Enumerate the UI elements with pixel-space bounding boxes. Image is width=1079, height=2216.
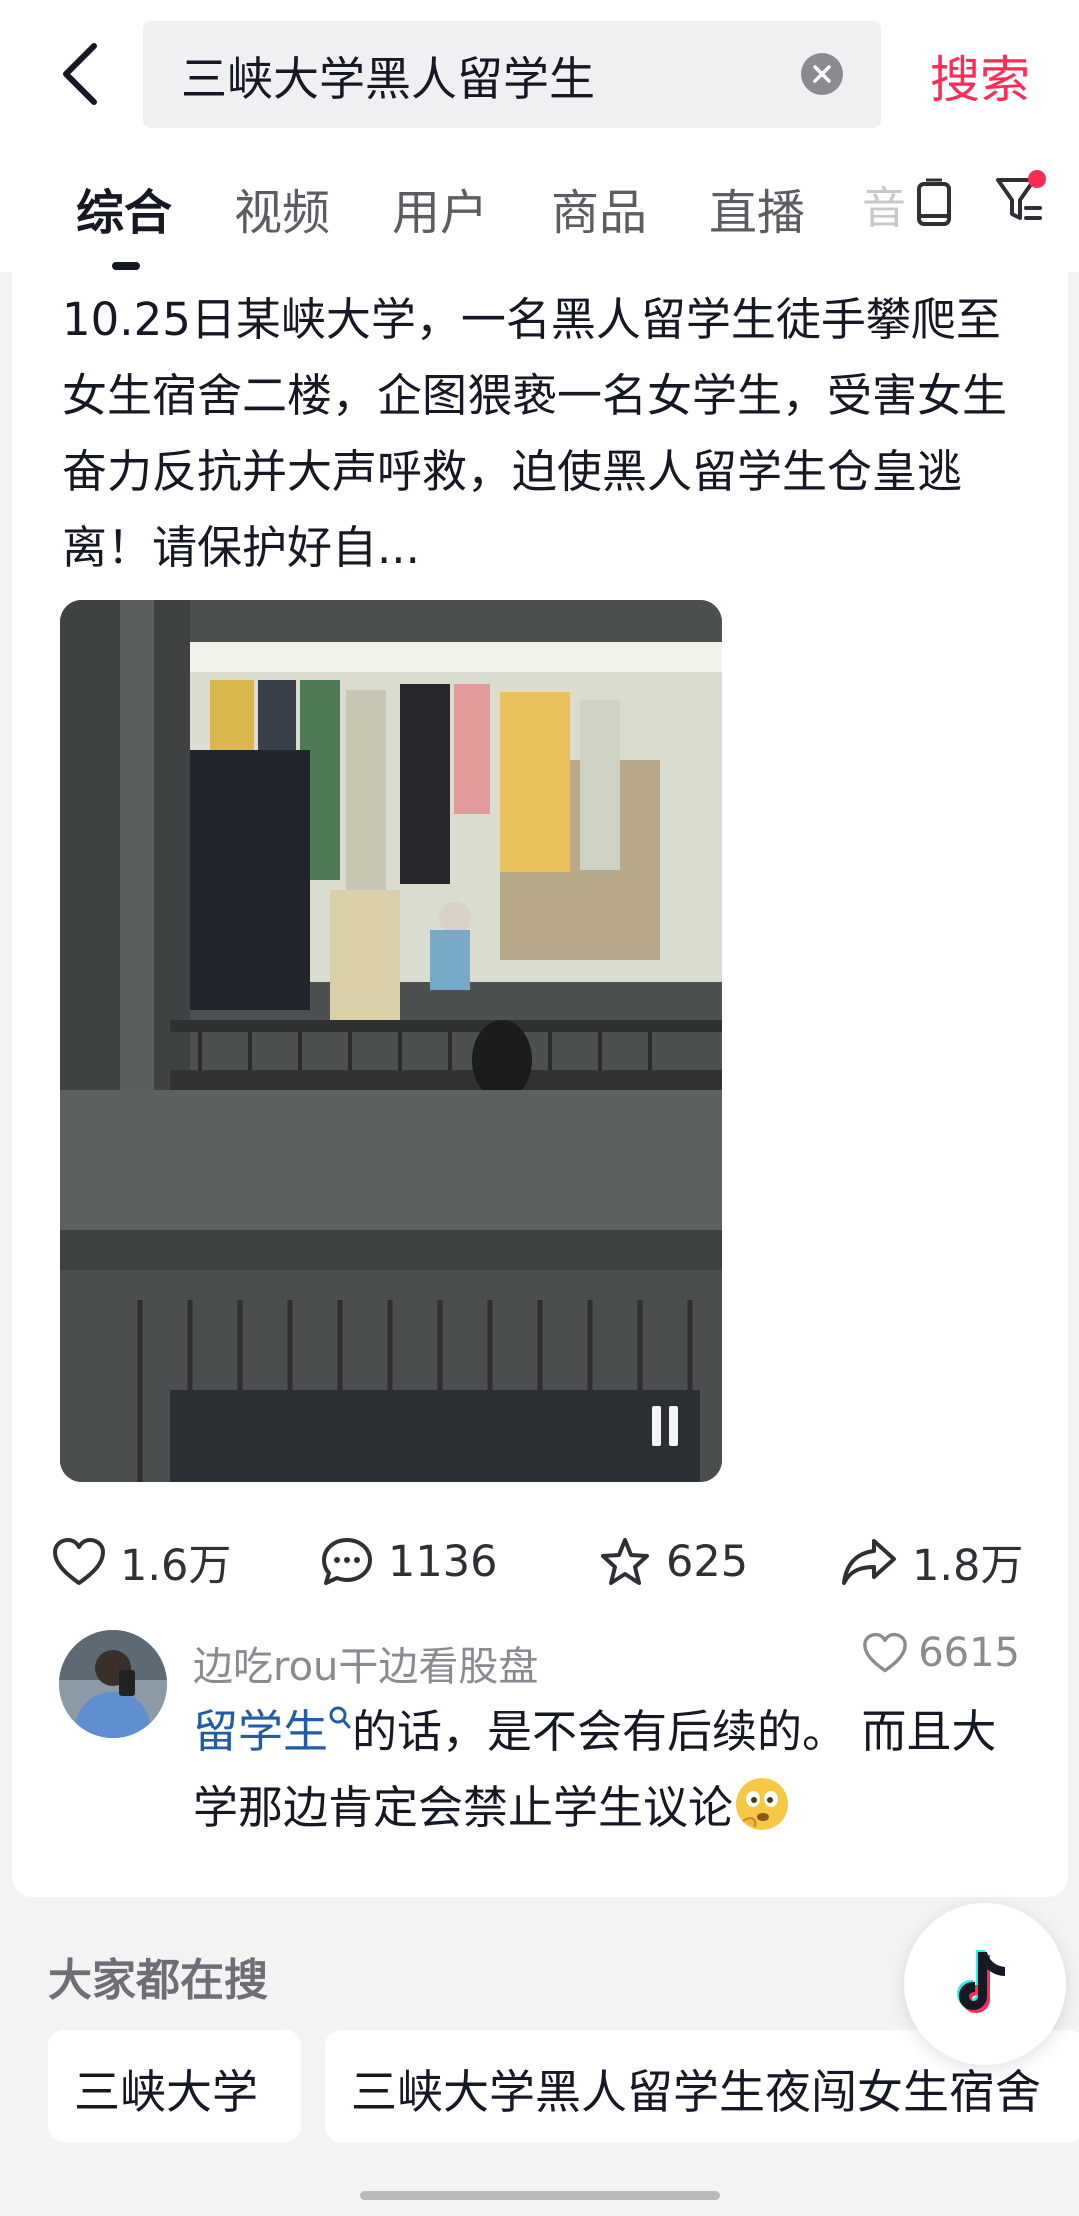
comment-username[interactable]: 边吃rou干边看股盘 — [193, 1634, 538, 1692]
video-result-card[interactable]: 10.25日某峡大学，一名黑人留学生徒手攀爬至女生宿舍二楼，企图猥亵一名女学生，… — [12, 272, 1068, 1897]
thinking-emoji-icon — [736, 1778, 789, 1830]
clear-icon[interactable] — [801, 53, 843, 95]
pause-button[interactable] — [652, 1406, 678, 1446]
comment-button[interactable]: 1136 — [320, 1522, 497, 1602]
top-comment[interactable]: 边吃rou干边看股盘 6615 留学生 的话，是不会有后续的。 而且大学那边肯定会… — [12, 1630, 1068, 1870]
comment-count: 1136 — [388, 1537, 498, 1587]
action-bar: 1.6万 1136 625 1.8万 — [12, 1522, 1068, 1602]
post-caption[interactable]: 10.25日某峡大学，一名黑人留学生徒手攀爬至女生宿舍二楼，企图猥亵一名女学生，… — [62, 282, 1032, 586]
heart-icon — [53, 1538, 105, 1585]
comment-text: 留学生 的话，是不会有后续的。 而且大学那边肯定会禁止学生议论 — [193, 1694, 1033, 1846]
video-thumbnail — [60, 600, 722, 1482]
search-button[interactable]: 搜索 — [930, 40, 1030, 112]
share-icon — [842, 1539, 896, 1585]
favorite-count: 625 — [666, 1537, 749, 1587]
comment-like-count: 6615 — [918, 1630, 1020, 1676]
douyin-button[interactable] — [904, 1903, 1066, 2065]
trending-title: 大家都在搜 — [48, 1955, 268, 2006]
comment-icon — [322, 1538, 372, 1585]
tab-users[interactable]: 用户 — [392, 173, 488, 243]
home-indicator[interactable] — [360, 2191, 720, 2200]
tab-live[interactable]: 直播 — [709, 173, 805, 243]
video-player[interactable] — [60, 600, 722, 1482]
avatar[interactable] — [59, 1630, 167, 1738]
book-icon[interactable] — [914, 178, 954, 230]
tab-music-partial[interactable]: 音 — [862, 172, 904, 242]
search-keyword-link[interactable]: 留学生 — [193, 1705, 352, 1758]
chevron-left-icon — [63, 43, 97, 105]
heart-icon — [863, 1632, 908, 1673]
search-icon — [329, 1706, 351, 1729]
tab-video[interactable]: 视频 — [234, 173, 330, 243]
favorite-button[interactable]: 625 — [598, 1522, 748, 1602]
notification-dot — [1028, 170, 1046, 188]
like-button[interactable]: 1.6万 — [52, 1522, 231, 1602]
share-button[interactable]: 1.8万 — [840, 1522, 1023, 1602]
active-tab-indicator — [112, 262, 140, 270]
like-count: 1.6万 — [120, 1541, 232, 1591]
douyin-logo-icon — [957, 1950, 1005, 2013]
back-button[interactable] — [52, 36, 108, 112]
search-query[interactable]: 三峡大学黑人留学生 — [181, 43, 595, 109]
tab-products[interactable]: 商品 — [551, 173, 647, 243]
share-count: 1.8万 — [912, 1541, 1024, 1591]
trending-chip[interactable]: 三峡大学 — [48, 2030, 301, 2142]
star-icon — [601, 1538, 649, 1585]
tab-comprehensive[interactable]: 综合 — [76, 173, 172, 243]
comment-like-button[interactable]: 6615 — [862, 1630, 1020, 1676]
search-input[interactable]: 三峡大学黑人留学生 — [143, 21, 881, 128]
